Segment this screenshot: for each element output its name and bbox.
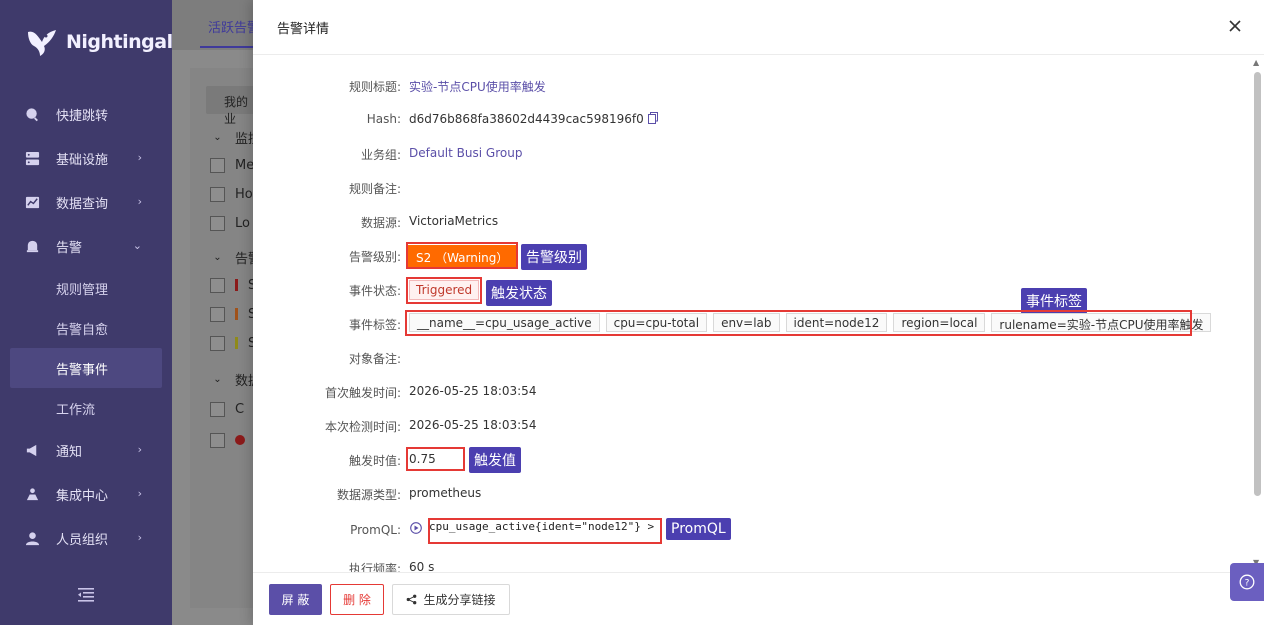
datasource-value: VictoriaMetrics	[409, 214, 499, 228]
first-trigger-label: 首次触发时间:	[324, 386, 401, 400]
hash-label: Hash:	[366, 112, 401, 126]
sidebar-item-label: 通知	[56, 444, 83, 460]
promql-label: PromQL:	[350, 523, 401, 537]
drawer-title: 告警详情	[277, 22, 330, 37]
sidebar-subitem-self-heal[interactable]: 告警自愈	[0, 308, 172, 348]
sidebar-item-integration[interactable]: 集成中心 ›	[0, 472, 172, 516]
annotation-promql: PromQL	[666, 518, 731, 540]
logo[interactable]: Nightingale	[24, 24, 185, 60]
megaphone-icon	[24, 442, 40, 458]
chevron-right-icon: ›	[137, 195, 142, 208]
sidebar-item-label: 数据查询	[56, 196, 109, 212]
chevron-right-icon: ›	[137, 443, 142, 456]
background-row: Lo	[210, 212, 250, 234]
annotation-severity: 告警级别	[521, 244, 587, 270]
background-row: S	[210, 274, 256, 296]
hash-text: d6d76b868fa38602d4439cac598196f0	[409, 112, 644, 126]
severity-label: 告警级别:	[348, 250, 401, 264]
busi-group-link[interactable]: Default Busi Group	[409, 146, 522, 160]
menu-collapse-icon[interactable]	[78, 588, 94, 602]
bell-icon	[24, 238, 40, 254]
datasource-label: 数据源:	[360, 216, 401, 230]
play-icon[interactable]	[410, 522, 422, 534]
scroll-up-icon[interactable]: ▲	[1253, 58, 1259, 67]
last-eval-value: 2026-05-25 18:03:54	[409, 418, 537, 432]
close-icon[interactable]	[1228, 19, 1242, 33]
chevron-right-icon: ›	[137, 151, 142, 164]
scrollbar[interactable]: ▲ ▼	[1252, 58, 1262, 572]
share-link-label: 生成分享链接	[423, 593, 496, 607]
sidebar-subitem-events[interactable]: 告警事件	[10, 348, 162, 388]
sidebar-nav: 快捷跳转 基础设施 › 数据查询 › 告警 ⌄ 规则管理 告警自愈 告警事件 工…	[0, 92, 172, 560]
sidebar-item-data-query[interactable]: 数据查询 ›	[0, 180, 172, 224]
annotation-value: 触发值	[469, 447, 521, 473]
rule-title-link[interactable]: 实验-节点CPU使用率触发	[409, 78, 546, 95]
sidebar-item-people[interactable]: 人员组织 ›	[0, 516, 172, 560]
sidebar-item-label: 快捷跳转	[56, 108, 109, 124]
target-note-label: 对象备注:	[348, 352, 401, 366]
highlight-box	[406, 242, 518, 269]
sidebar-item-notify[interactable]: 通知 ›	[0, 428, 172, 472]
busi-group-label: 业务组:	[360, 148, 401, 162]
share-link-button[interactable]: 生成分享链接	[392, 584, 510, 615]
user-icon	[24, 530, 40, 546]
chevron-right-icon: ›	[137, 531, 142, 544]
sidebar-item-label: 告警	[56, 240, 83, 256]
drawer-header: 告警详情	[253, 0, 1264, 55]
highlight-box	[428, 518, 662, 544]
sidebar: Nightingale 快捷跳转 基础设施 › 数据查询 › 告警 ⌄ 规则管理…	[0, 0, 185, 625]
chevron-down-icon: ⌄	[132, 239, 142, 252]
rule-title-label: 规则标题:	[348, 80, 401, 94]
alert-detail-drawer: 告警详情 ▲ ▼ 规则标题: 实验-节点CPU使用率触发 Hash: d6d76…	[253, 0, 1264, 625]
background-row: C	[210, 398, 244, 420]
server-icon	[24, 150, 40, 166]
copy-icon[interactable]	[647, 112, 658, 124]
background-button: 我的业	[206, 86, 256, 126]
rule-note-label: 规则备注:	[348, 182, 401, 196]
annotation-status: 触发状态	[486, 280, 552, 306]
scrollbar-thumb[interactable]	[1254, 72, 1261, 496]
background-row: S	[210, 303, 256, 325]
background-row: Ho	[210, 183, 253, 205]
sidebar-item-label: 人员组织	[56, 532, 109, 548]
highlight-box	[405, 310, 1192, 336]
first-trigger-value: 2026-05-25 18:03:54	[409, 384, 537, 398]
ds-type-value: prometheus	[409, 486, 482, 500]
status-label: 事件状态:	[348, 284, 401, 298]
logo-text: Nightingale	[66, 31, 185, 53]
trigger-value-label: 触发时值:	[348, 454, 401, 468]
sidebar-subitem-rules[interactable]: 规则管理	[0, 268, 172, 308]
background-row: S	[210, 332, 256, 354]
help-button[interactable]: ?	[1230, 563, 1264, 601]
sidebar-item-infrastructure[interactable]: 基础设施 ›	[0, 136, 172, 180]
chevron-right-icon: ›	[137, 487, 142, 500]
search-icon	[24, 106, 40, 122]
sidebar-subitem-workflow[interactable]: 工作流	[0, 388, 172, 428]
puzzle-icon	[24, 486, 40, 502]
highlight-box	[406, 447, 465, 471]
delete-button[interactable]: 删 除	[330, 584, 384, 615]
sidebar-item-alert[interactable]: 告警 ⌄	[0, 224, 172, 268]
chart-icon	[24, 194, 40, 210]
background-row: Me	[210, 154, 254, 176]
help-icon: ?	[1239, 574, 1255, 590]
mute-button[interactable]: 屏 蔽	[269, 584, 322, 615]
background-row	[210, 429, 245, 451]
hash-value: d6d76b868fa38602d4439cac598196f0	[409, 112, 658, 126]
nightingale-logo-icon	[28, 30, 56, 56]
drawer-footer: 屏 蔽 删 除 生成分享链接	[253, 572, 1264, 625]
last-eval-label: 本次检测时间:	[324, 420, 401, 434]
sidebar-item-label: 基础设施	[56, 152, 109, 168]
share-icon	[407, 594, 417, 605]
tags-label: 事件标签:	[348, 318, 401, 332]
highlight-box	[406, 277, 482, 304]
sidebar-item-label: 集成中心	[56, 488, 109, 504]
sidebar-item-quick-jump[interactable]: 快捷跳转	[0, 92, 172, 136]
ds-type-label: 数据源类型:	[336, 488, 401, 502]
svg-text:?: ?	[1245, 579, 1250, 589]
